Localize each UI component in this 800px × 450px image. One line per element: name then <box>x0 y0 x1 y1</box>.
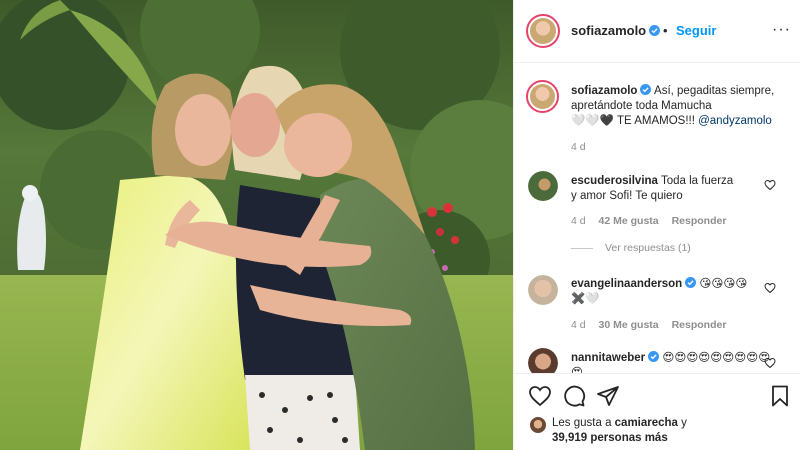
comment-username[interactable]: escuderosilvina <box>571 175 658 187</box>
follow-button[interactable]: Seguir <box>676 23 716 38</box>
comments-list[interactable]: sofiazamolo Así, pegaditas siempre, apre… <box>514 63 800 373</box>
comment-icon[interactable] <box>562 384 586 408</box>
post-photo[interactable] <box>0 0 513 450</box>
comment-like-icon[interactable] <box>764 179 776 191</box>
comment-meta: 4 d 42 Me gusta Responder <box>571 215 727 227</box>
author-avatar[interactable] <box>526 14 560 48</box>
verified-badge-icon <box>640 84 652 95</box>
heart-icon[interactable] <box>528 384 552 408</box>
comment-avatar[interactable] <box>528 348 558 373</box>
share-icon[interactable] <box>596 384 620 408</box>
comment-username[interactable]: evangelinaanderson <box>571 278 682 290</box>
caption-username[interactable]: sofiazamolo <box>571 85 637 97</box>
comment-text: escuderosilvina Toda la fuerza y amor So… <box>571 175 734 202</box>
more-options-icon[interactable]: ··· <box>772 21 791 39</box>
verified-badge-icon <box>648 351 660 362</box>
verified-badge-icon <box>685 277 697 288</box>
post-image <box>0 0 513 450</box>
likes-count[interactable]: 39,919 personas más <box>552 431 668 446</box>
comment-likes[interactable]: 42 Me gusta <box>599 215 659 227</box>
replies-line <box>571 247 593 249</box>
bookmark-icon[interactable] <box>768 384 792 408</box>
reply-button[interactable]: Responder <box>672 319 727 331</box>
comment-text: evangelinaanderson 😘😘😘😘 ✖️🤍 <box>571 277 748 305</box>
caption-time: 4 d <box>571 141 586 153</box>
comment-avatar[interactable] <box>528 275 558 305</box>
post-actions: Les gusta a camiarecha y 39,919 personas… <box>514 373 800 450</box>
verified-badge-icon <box>649 25 661 36</box>
comment-text: nannitaweber 😍😍😍😍😍😍😍😍😍😍 <box>571 351 771 373</box>
liker-username[interactable]: camiarecha <box>615 417 678 429</box>
caption-text: sofiazamolo Así, pegaditas siempre, apre… <box>571 84 791 129</box>
caption-mention[interactable]: @andyzamolo <box>698 115 772 127</box>
comment-likes[interactable]: 30 Me gusta <box>599 319 659 331</box>
post-header: sofiazamolo • Seguir ··· <box>514 0 800 63</box>
liker-avatar[interactable] <box>530 417 546 433</box>
post-side-panel: sofiazamolo • Seguir ··· sofiazamolo Así… <box>513 0 800 450</box>
comment-like-icon[interactable] <box>764 357 776 369</box>
comment-avatar[interactable] <box>528 171 558 201</box>
likes-summary: Les gusta a camiarecha y <box>552 417 687 429</box>
caption-avatar[interactable] <box>526 80 559 113</box>
comment-username[interactable]: nannitaweber <box>571 352 645 364</box>
reply-button[interactable]: Responder <box>672 215 727 227</box>
author-username[interactable]: sofiazamolo <box>571 23 661 38</box>
separator-dot: • <box>663 23 668 38</box>
comment-like-icon[interactable] <box>764 282 776 294</box>
instagram-post-view: sofiazamolo • Seguir ··· sofiazamolo Así… <box>0 0 800 450</box>
view-replies-button[interactable]: Ver respuestas (1) <box>571 242 691 254</box>
caption-body-2: 🤍🤍🖤 TE AMAMOS!!! <box>571 115 699 127</box>
comment-meta: 4 d 30 Me gusta Responder <box>571 319 727 331</box>
